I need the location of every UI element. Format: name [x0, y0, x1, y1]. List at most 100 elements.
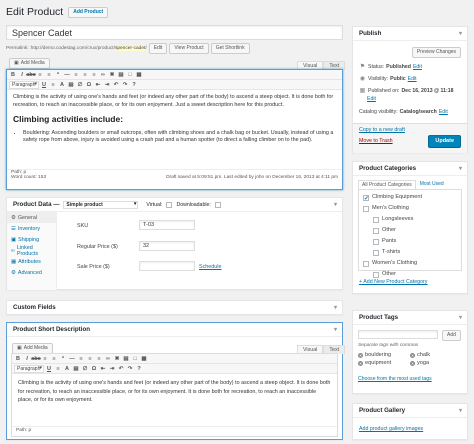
link-icon[interactable]: ∞ — [99, 71, 107, 79]
regular-price-input[interactable]: 32 — [139, 241, 195, 251]
sale-price-input[interactable] — [139, 261, 195, 271]
view-product-button[interactable]: View Product — [169, 43, 209, 54]
tab-shipping[interactable]: ▣ Shipping — [7, 234, 57, 245]
collapse-icon[interactable]: ▾ — [459, 407, 462, 414]
status-edit-link[interactable]: Edit — [413, 64, 422, 70]
blockquote-icon[interactable]: “ — [59, 355, 67, 363]
fullscreen-icon[interactable]: □ — [126, 71, 134, 79]
undo-icon[interactable]: ↶ — [112, 81, 120, 89]
visibility-edit-link[interactable]: Edit — [408, 76, 417, 82]
italic-icon[interactable]: I — [18, 71, 26, 79]
tab-linked-products[interactable]: ∞ Linked Products — [7, 245, 57, 257]
copy-draft-link[interactable]: Copy to a new draft — [359, 127, 405, 133]
bullet-list-icon[interactable]: ≡ — [36, 71, 44, 79]
category-checkbox[interactable] — [373, 216, 379, 223]
justify-icon[interactable]: ≡ — [49, 81, 57, 89]
custom-fields-header[interactable]: Custom Fields ▾ — [7, 301, 342, 315]
category-checkbox[interactable] — [363, 205, 369, 212]
permalink-edit-button[interactable]: Edit — [148, 43, 168, 54]
category-item[interactable]: Women's Clothing — [363, 258, 457, 269]
align-right-icon[interactable]: ≡ — [95, 355, 103, 363]
category-checkbox[interactable] — [373, 271, 379, 278]
align-left-icon[interactable]: ≡ — [72, 71, 80, 79]
tab-all-categories[interactable]: All Product Categories — [358, 180, 416, 189]
undo-icon[interactable]: ↶ — [117, 365, 125, 373]
product-type-select[interactable]: Simple product — [63, 200, 139, 209]
collapse-icon[interactable]: ▾ — [334, 326, 337, 333]
catalog-edit-link[interactable]: Edit — [439, 109, 448, 115]
format-select[interactable]: Paragraph — [9, 80, 39, 89]
unlink-icon[interactable]: ✖ — [108, 71, 116, 79]
tag-input[interactable] — [358, 330, 438, 339]
align-left-icon[interactable]: ≡ — [77, 355, 85, 363]
add-product-button[interactable]: Add Product — [68, 6, 109, 18]
choose-tags-link[interactable]: Choose from the most used tags — [358, 376, 432, 382]
product-title-input[interactable]: Spencer Cadet — [6, 25, 343, 40]
more-icon[interactable]: ▤ — [117, 71, 125, 79]
category-item[interactable]: T-shirts — [363, 247, 457, 258]
published-edit-link[interactable]: Edit — [367, 96, 376, 102]
short-desc-body[interactable]: Climbing is the activity of using one's … — [12, 374, 337, 426]
numbered-list-icon[interactable]: ≡ — [45, 71, 53, 79]
category-checkbox[interactable] — [363, 194, 369, 205]
format-select[interactable]: Paragraph — [14, 364, 44, 373]
underline-icon[interactable]: U — [45, 365, 53, 373]
outdent-icon[interactable]: ⇤ — [94, 81, 102, 89]
virtual-checkbox[interactable] — [166, 201, 173, 208]
update-button[interactable]: Update — [428, 135, 461, 148]
add-media-button[interactable]: ▣ Add Media — [9, 58, 50, 69]
get-shortlink-button[interactable]: Get Shortlink — [210, 43, 250, 54]
horizontal-line-icon[interactable]: — — [63, 71, 71, 79]
bullet-list-icon[interactable]: ≡ — [41, 355, 49, 363]
text-color-icon[interactable]: A — [58, 81, 66, 89]
special-char-icon[interactable]: Ω — [90, 365, 98, 373]
redo-icon[interactable]: ↷ — [121, 81, 129, 89]
collapse-icon[interactable]: ▾ — [334, 201, 337, 208]
category-item[interactable]: Men's Clothing — [363, 203, 457, 214]
blockquote-icon[interactable]: “ — [54, 71, 62, 79]
category-item[interactable]: Longsleeves — [363, 214, 457, 225]
category-checkbox[interactable] — [373, 227, 379, 234]
paste-text-icon[interactable]: ▤ — [72, 365, 80, 373]
align-right-icon[interactable]: ≡ — [90, 71, 98, 79]
remove-tag-icon[interactable]: ✕ — [410, 352, 415, 358]
collapse-icon[interactable]: ▾ — [459, 314, 462, 321]
sku-input[interactable]: T-03 — [139, 220, 195, 230]
numbered-list-icon[interactable]: ≡ — [50, 355, 58, 363]
category-item[interactable]: Climbing Equipment — [363, 192, 457, 205]
link-icon[interactable]: ∞ — [104, 355, 112, 363]
remove-tag-icon[interactable]: ✕ — [358, 352, 363, 358]
unlink-icon[interactable]: ✖ — [113, 355, 121, 363]
strikethrough-icon[interactable]: abc — [31, 355, 40, 363]
more-icon[interactable]: ▤ — [122, 355, 130, 363]
category-checkbox[interactable] — [373, 249, 379, 256]
help-icon[interactable]: ? — [135, 365, 143, 373]
category-item[interactable]: Pants — [363, 236, 457, 247]
align-center-icon[interactable]: ≡ — [86, 355, 94, 363]
redo-icon[interactable]: ↷ — [126, 365, 134, 373]
outdent-icon[interactable]: ⇤ — [99, 365, 107, 373]
add-gallery-images-link[interactable]: Add product gallery images — [359, 426, 423, 432]
collapse-icon[interactable]: ▾ — [459, 30, 462, 37]
toolbar-toggle-icon[interactable]: ▦ — [135, 71, 143, 79]
remove-tag-icon[interactable]: ✕ — [410, 360, 415, 366]
strikethrough-icon[interactable]: abc — [26, 71, 35, 79]
add-category-link[interactable]: + Add New Product Category — [359, 279, 427, 285]
category-item[interactable]: Other — [363, 225, 457, 236]
fullscreen-icon[interactable]: □ — [131, 355, 139, 363]
tab-general[interactable]: ⚙ General — [7, 212, 57, 223]
italic-icon[interactable]: I — [23, 355, 31, 363]
editor-body[interactable]: Climbing is the activity of using one's … — [7, 90, 342, 169]
bold-icon[interactable]: B — [14, 355, 22, 363]
downloadable-checkbox[interactable] — [214, 201, 221, 208]
tab-most-used[interactable]: Most Used — [416, 180, 448, 189]
preview-changes-button[interactable]: Preview Changes — [411, 47, 461, 58]
special-char-icon[interactable]: Ω — [85, 81, 93, 89]
category-checkbox[interactable] — [363, 260, 369, 267]
permalink-slug[interactable]: spencer-cadet — [114, 46, 146, 51]
tab-attributes[interactable]: ▦ Attributes — [7, 256, 57, 267]
justify-icon[interactable]: ≡ — [54, 365, 62, 373]
category-checkbox[interactable] — [373, 238, 379, 245]
help-icon[interactable]: ? — [130, 81, 138, 89]
schedule-link[interactable]: Schedule — [199, 264, 221, 270]
